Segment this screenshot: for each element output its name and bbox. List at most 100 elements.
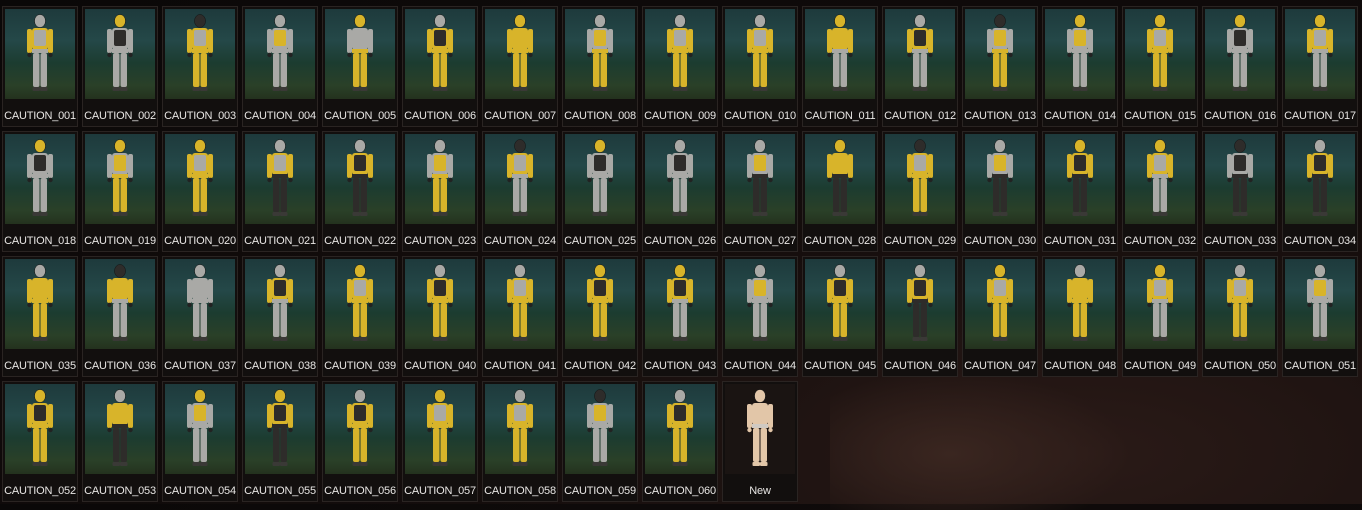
outfit-label: CAUTION_017 xyxy=(1284,110,1356,122)
outfit-tile[interactable]: CAUTION_052 xyxy=(2,381,78,502)
outfit-tile[interactable]: CAUTION_007 xyxy=(482,6,558,127)
outfit-thumbnail xyxy=(245,9,315,99)
outfit-tile[interactable]: CAUTION_032 xyxy=(1122,131,1198,252)
outfit-tile[interactable]: CAUTION_043 xyxy=(642,256,718,377)
outfit-tile[interactable]: CAUTION_016 xyxy=(1202,6,1278,127)
outfit-tile[interactable]: CAUTION_017 xyxy=(1282,6,1358,127)
outfit-tile[interactable]: CAUTION_015 xyxy=(1122,6,1198,127)
outfit-tile[interactable]: CAUTION_029 xyxy=(882,131,958,252)
outfit-tile[interactable]: CAUTION_055 xyxy=(242,381,318,502)
outfit-thumbnail xyxy=(165,9,235,99)
outfit-tile[interactable]: CAUTION_001 xyxy=(2,6,78,127)
outfit-tile[interactable]: CAUTION_031 xyxy=(1042,131,1118,252)
outfit-tile[interactable]: CAUTION_021 xyxy=(242,131,318,252)
outfit-label: CAUTION_001 xyxy=(4,110,76,122)
outfit-tile[interactable]: CAUTION_050 xyxy=(1202,256,1278,377)
outfit-tile[interactable]: CAUTION_060 xyxy=(642,381,718,502)
outfit-tile[interactable]: CAUTION_058 xyxy=(482,381,558,502)
outfit-tile[interactable]: CAUTION_057 xyxy=(402,381,478,502)
outfit-tile[interactable]: CAUTION_022 xyxy=(322,131,398,252)
character-figure xyxy=(427,14,453,91)
outfit-thumbnail xyxy=(485,9,555,99)
outfit-tile[interactable]: CAUTION_003 xyxy=(162,6,238,127)
outfit-tile[interactable]: CAUTION_059 xyxy=(562,381,638,502)
outfit-tile[interactable]: CAUTION_027 xyxy=(722,131,798,252)
outfit-tile[interactable]: CAUTION_045 xyxy=(802,256,878,377)
outfit-tile[interactable]: CAUTION_018 xyxy=(2,131,78,252)
outfit-tile[interactable]: CAUTION_053 xyxy=(82,381,158,502)
outfit-tile[interactable]: CAUTION_005 xyxy=(322,6,398,127)
outfit-thumbnail xyxy=(245,384,315,474)
outfit-tile[interactable]: CAUTION_042 xyxy=(562,256,638,377)
character-figure xyxy=(107,389,133,466)
outfit-label: CAUTION_050 xyxy=(1204,360,1276,372)
outfit-tile[interactable]: CAUTION_008 xyxy=(562,6,638,127)
outfit-label: CAUTION_058 xyxy=(484,485,556,497)
outfit-tile[interactable]: CAUTION_013 xyxy=(962,6,1038,127)
outfit-thumbnail xyxy=(1125,134,1195,224)
outfit-tile[interactable]: CAUTION_028 xyxy=(802,131,878,252)
outfit-tile[interactable]: CAUTION_034 xyxy=(1282,131,1358,252)
outfit-label: CAUTION_038 xyxy=(244,360,316,372)
outfit-tile[interactable]: CAUTION_004 xyxy=(242,6,318,127)
outfit-tile[interactable]: CAUTION_036 xyxy=(82,256,158,377)
character-figure xyxy=(1147,139,1173,216)
outfit-tile[interactable]: CAUTION_020 xyxy=(162,131,238,252)
outfit-tile[interactable]: CAUTION_047 xyxy=(962,256,1038,377)
character-figure xyxy=(1307,14,1333,91)
outfit-tile[interactable]: CAUTION_054 xyxy=(162,381,238,502)
character-figure xyxy=(347,14,373,91)
outfit-tile[interactable]: CAUTION_010 xyxy=(722,6,798,127)
outfit-label: CAUTION_023 xyxy=(404,235,476,247)
outfit-tile[interactable]: CAUTION_030 xyxy=(962,131,1038,252)
outfit-tile[interactable]: CAUTION_009 xyxy=(642,6,718,127)
outfit-tile[interactable]: CAUTION_023 xyxy=(402,131,478,252)
outfit-tile[interactable]: CAUTION_044 xyxy=(722,256,798,377)
outfit-tile[interactable]: CAUTION_006 xyxy=(402,6,478,127)
outfit-tile[interactable]: CAUTION_046 xyxy=(882,256,958,377)
outfit-thumbnail xyxy=(5,9,75,99)
outfit-tile[interactable]: CAUTION_056 xyxy=(322,381,398,502)
outfit-label: CAUTION_060 xyxy=(644,485,716,497)
outfit-tile[interactable]: CAUTION_011 xyxy=(802,6,878,127)
outfit-tile[interactable]: CAUTION_039 xyxy=(322,256,398,377)
outfit-tile[interactable]: CAUTION_041 xyxy=(482,256,558,377)
outfit-label: CAUTION_028 xyxy=(804,235,876,247)
outfit-thumbnail xyxy=(325,259,395,349)
outfit-tile[interactable]: CAUTION_014 xyxy=(1042,6,1118,127)
outfit-tile[interactable]: CAUTION_035 xyxy=(2,256,78,377)
outfit-tile[interactable]: CAUTION_040 xyxy=(402,256,478,377)
outfit-tile[interactable]: CAUTION_025 xyxy=(562,131,638,252)
outfit-thumbnail xyxy=(85,259,155,349)
outfit-thumbnail xyxy=(485,134,555,224)
outfit-tile[interactable]: CAUTION_048 xyxy=(1042,256,1118,377)
outfit-tile[interactable]: CAUTION_049 xyxy=(1122,256,1198,377)
outfit-thumbnail xyxy=(485,259,555,349)
outfit-tile[interactable]: CAUTION_037 xyxy=(162,256,238,377)
character-figure xyxy=(1067,139,1093,216)
outfit-label: CAUTION_005 xyxy=(324,110,396,122)
character-figure xyxy=(507,389,533,466)
outfit-tile[interactable]: CAUTION_051 xyxy=(1282,256,1358,377)
outfit-tile[interactable]: CAUTION_033 xyxy=(1202,131,1278,252)
outfit-thumbnail xyxy=(565,9,635,99)
character-figure xyxy=(907,139,933,216)
outfit-tile[interactable]: CAUTION_026 xyxy=(642,131,718,252)
new-outfit-tile[interactable]: New xyxy=(722,381,798,502)
outfit-tile[interactable]: CAUTION_038 xyxy=(242,256,318,377)
character-figure xyxy=(1227,139,1253,216)
outfit-tile[interactable]: CAUTION_002 xyxy=(82,6,158,127)
outfit-thumbnail xyxy=(405,259,475,349)
outfit-label: CAUTION_040 xyxy=(404,360,476,372)
outfit-label: CAUTION_012 xyxy=(884,110,956,122)
outfit-thumbnail xyxy=(565,384,635,474)
outfit-tile[interactable]: CAUTION_019 xyxy=(82,131,158,252)
outfit-thumbnail xyxy=(5,134,75,224)
outfit-thumbnail xyxy=(1205,9,1275,99)
outfit-label: CAUTION_036 xyxy=(84,360,156,372)
outfit-tile[interactable]: CAUTION_024 xyxy=(482,131,558,252)
outfit-label: CAUTION_009 xyxy=(644,110,716,122)
outfit-tile[interactable]: CAUTION_012 xyxy=(882,6,958,127)
character-figure xyxy=(27,389,53,466)
character-figure xyxy=(187,139,213,216)
